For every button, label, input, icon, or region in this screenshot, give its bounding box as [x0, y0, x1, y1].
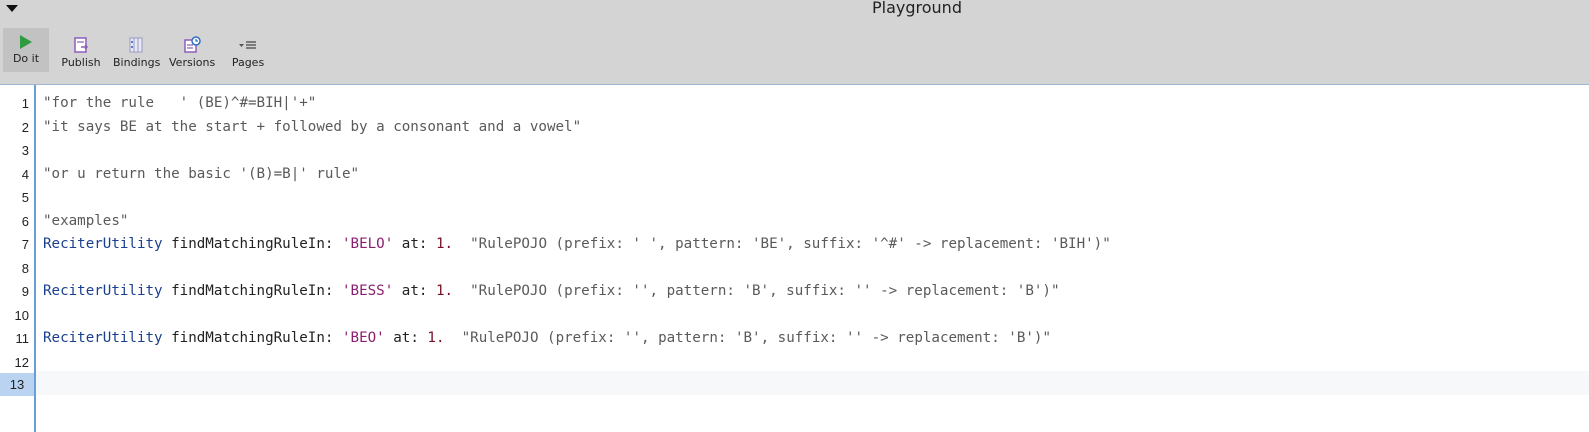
versions-label: Versions — [169, 56, 216, 69]
number-literal: 1. — [427, 330, 445, 346]
result-comment: "RulePOJO (prefix: ' ', pattern: 'BE', s… — [470, 236, 1111, 252]
code-line-7: ReciterUtility findMatchingRuleIn: 'BELO… — [43, 233, 1111, 256]
class-name: ReciterUtility — [43, 283, 163, 299]
publish-label: Publish — [61, 56, 101, 69]
line-number: 2 — [21, 120, 29, 135]
keyword-selector: findMatchingRuleIn: — [171, 236, 334, 252]
result-comment: "RulePOJO (prefix: '', pattern: 'B', suf… — [461, 330, 1051, 346]
pages-button[interactable]: Pages — [225, 30, 271, 72]
code-line-4: "or u return the basic '(B)=B|' rule" — [43, 166, 360, 182]
bindings-icon — [129, 37, 143, 53]
code-line-6: "examples" — [43, 213, 129, 229]
pages-label: Pages — [231, 56, 265, 69]
number-literal: 1. — [435, 283, 454, 299]
class-name: ReciterUtility — [43, 330, 163, 346]
play-icon — [20, 35, 32, 49]
publish-button[interactable]: Publish — [58, 30, 104, 72]
code-line-2: "it says BE at the start + followed by a… — [43, 119, 582, 135]
keyword-selector: at: — [401, 283, 428, 299]
current-line-highlight — [36, 371, 1589, 395]
bindings-button[interactable]: Bindings — [113, 30, 161, 72]
line-number: 11 — [15, 331, 30, 346]
line-number: 1 — [21, 96, 29, 111]
line-number: 8 — [21, 261, 29, 276]
number-literal: 1. — [435, 236, 454, 252]
versions-button[interactable]: Versions — [169, 30, 215, 72]
line-number: 5 — [21, 190, 29, 205]
keyword-selector: findMatchingRuleIn: — [171, 283, 334, 299]
keyword-selector: findMatchingRuleIn: — [171, 330, 334, 346]
window-titlebar: Playground — [0, 0, 1589, 18]
keyword-selector: at: — [401, 236, 428, 252]
string-literal: 'BEO' — [341, 330, 385, 346]
window-title: Playground — [872, 0, 962, 17]
bindings-label: Bindings — [113, 56, 161, 69]
line-number: 4 — [21, 167, 29, 182]
code-line-9: ReciterUtility findMatchingRuleIn: 'BESS… — [43, 280, 1060, 303]
string-literal: 'BELO' — [341, 236, 394, 252]
string-literal: 'BESS' — [341, 283, 394, 299]
toolbar: Do it Publish Bindings Versions Pages — [0, 18, 1589, 85]
code-line-11: ReciterUtility findMatchingRuleIn: 'BEO'… — [43, 327, 1051, 350]
versions-icon — [184, 36, 201, 53]
keyword-selector: at: — [393, 330, 419, 346]
current-line-number: 13 — [0, 373, 34, 396]
publish-icon — [74, 37, 89, 53]
class-name: ReciterUtility — [43, 236, 163, 252]
line-number: 6 — [21, 214, 29, 229]
line-number-gutter: 1 2 3 4 5 6 7 8 9 10 11 12 13 — [0, 85, 36, 432]
line-number: 3 — [21, 143, 29, 158]
line-number: 12 — [14, 355, 29, 370]
code-line-1: "for the rule ' (BE)^#=BIH|'+" — [43, 95, 317, 111]
result-comment: "RulePOJO (prefix: '', pattern: 'B', suf… — [470, 283, 1060, 299]
line-number: 10 — [14, 308, 29, 323]
line-number: 9 — [21, 284, 29, 299]
pages-dropdown-icon — [239, 41, 256, 49]
do-it-label: Do it — [12, 52, 40, 65]
do-it-button[interactable]: Do it — [3, 28, 49, 72]
code-editor[interactable]: 1 2 3 4 5 6 7 8 9 10 11 12 13 "for the r… — [0, 85, 1589, 432]
line-number: 7 — [21, 237, 29, 252]
